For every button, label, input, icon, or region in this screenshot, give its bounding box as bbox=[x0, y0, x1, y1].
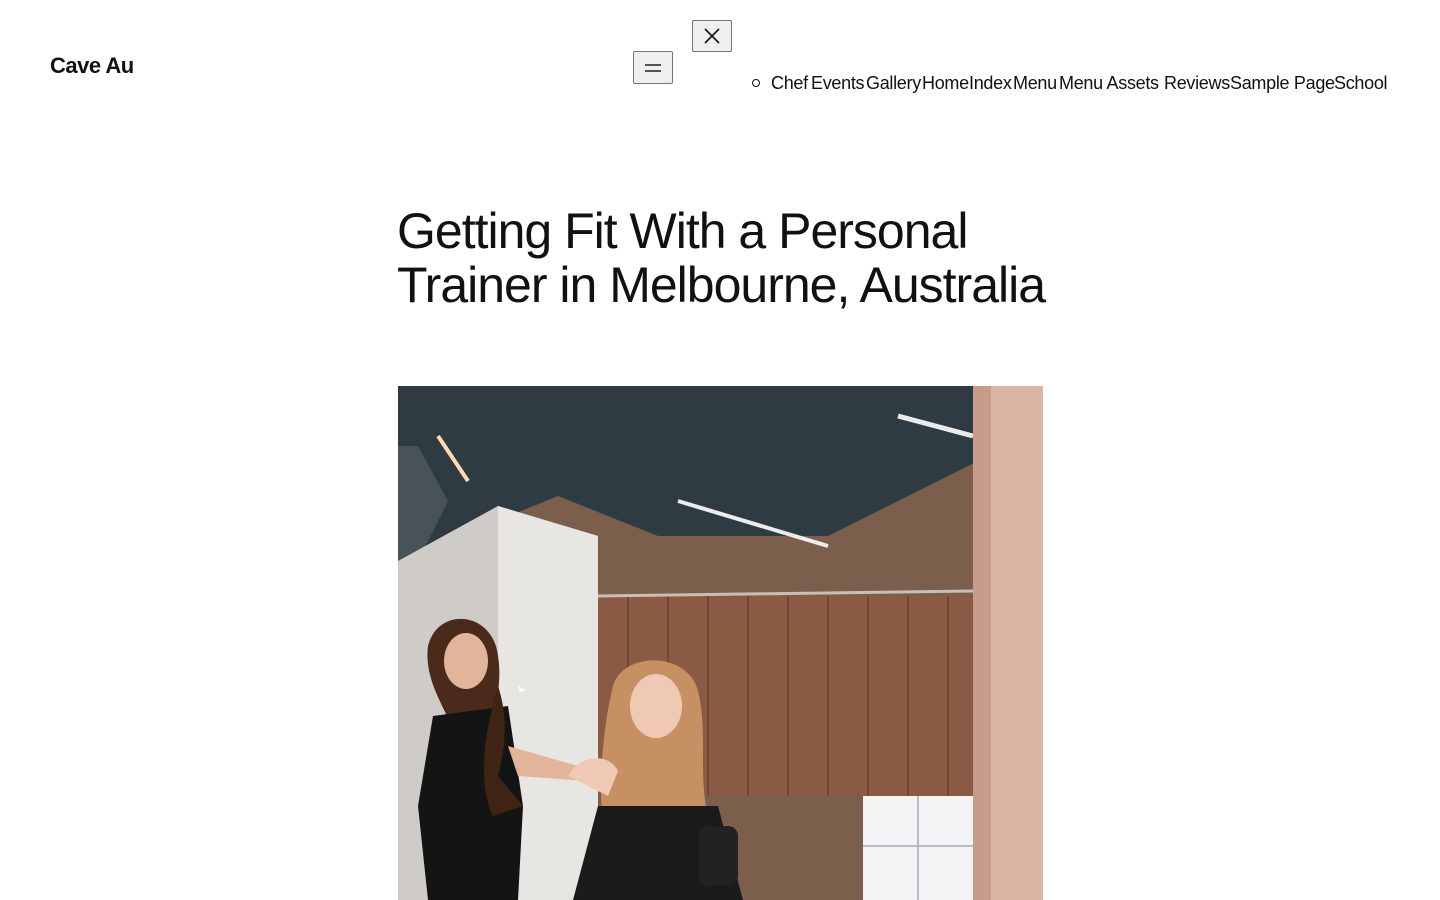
nav-item-sample-page[interactable]: Sample Page bbox=[1230, 72, 1335, 94]
nav-item-chef[interactable]: Chef bbox=[771, 72, 808, 94]
open-menu-button[interactable] bbox=[633, 51, 673, 84]
nav-bullet-icon bbox=[752, 79, 760, 87]
nav-item-menu[interactable]: Menu bbox=[1013, 72, 1057, 94]
nav-item-events[interactable]: Events bbox=[811, 72, 865, 94]
close-icon bbox=[704, 28, 720, 44]
site-header: Cave Au Chef Events Gallery Home Index M… bbox=[0, 0, 1440, 140]
post-title: Getting Fit With a Personal Trainer in M… bbox=[397, 203, 1046, 313]
close-menu-button[interactable] bbox=[692, 20, 732, 52]
nav-item-home[interactable]: Home bbox=[922, 72, 969, 94]
personal-trainer-photo bbox=[398, 386, 1043, 900]
nav-item-menu-assets[interactable]: Menu Assets bbox=[1059, 72, 1159, 94]
nav-item-index[interactable]: Index bbox=[969, 72, 1012, 94]
hamburger-icon bbox=[645, 63, 661, 72]
nav-item-reviews[interactable]: Reviews bbox=[1164, 72, 1230, 94]
nav-item-school[interactable]: School bbox=[1334, 72, 1388, 94]
featured-image bbox=[398, 386, 1043, 900]
site-title[interactable]: Cave Au bbox=[50, 53, 134, 79]
nav-item-gallery[interactable]: Gallery bbox=[866, 72, 921, 94]
